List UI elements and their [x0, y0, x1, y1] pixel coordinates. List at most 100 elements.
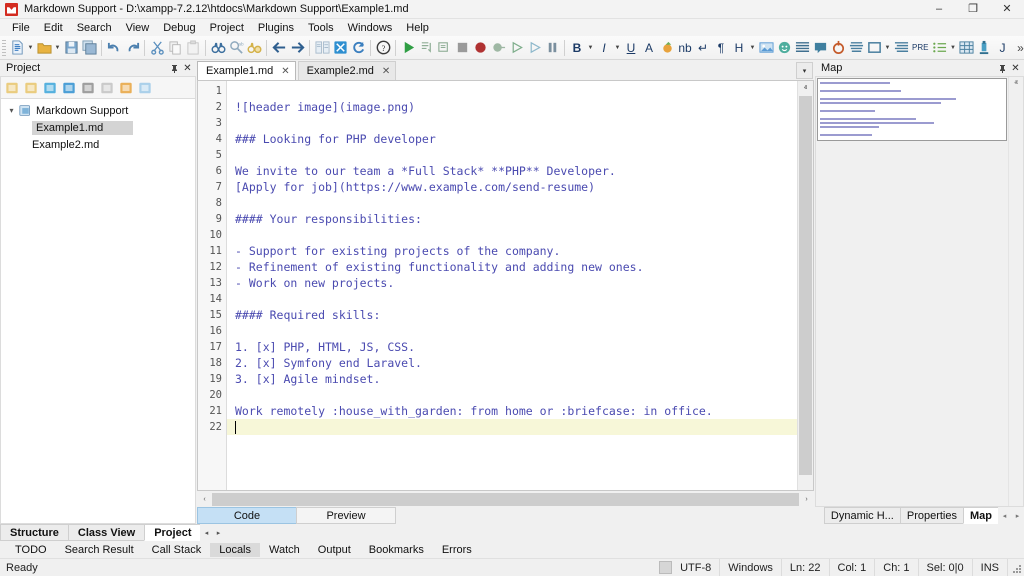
- chevron-down-icon[interactable]: ▼: [53, 38, 62, 57]
- properties-icon[interactable]: [116, 78, 135, 97]
- pin-icon[interactable]: [996, 62, 1009, 75]
- code-line[interactable]: [227, 227, 797, 243]
- menu-item-plugins[interactable]: Plugins: [251, 20, 301, 36]
- code-line[interactable]: [227, 115, 797, 131]
- copy-icon[interactable]: [166, 38, 184, 57]
- pause-icon[interactable]: [543, 38, 561, 57]
- redo-icon[interactable]: [123, 38, 141, 57]
- heading-icon[interactable]: H: [730, 38, 748, 57]
- comment-icon[interactable]: [811, 38, 829, 57]
- highlight-icon[interactable]: [658, 38, 676, 57]
- compare-icon[interactable]: [313, 38, 331, 57]
- chevron-down-icon[interactable]: ▼: [26, 38, 35, 57]
- dock-tab-project[interactable]: Project: [144, 524, 201, 541]
- step-into-icon[interactable]: [417, 38, 435, 57]
- vscroll-thumb[interactable]: [799, 96, 812, 475]
- resize-grip-icon[interactable]: [1008, 559, 1024, 576]
- chevron-down-icon[interactable]: ▼: [586, 38, 595, 57]
- cut-icon[interactable]: [148, 38, 166, 57]
- menu-item-edit[interactable]: Edit: [37, 20, 70, 36]
- forward-icon[interactable]: [288, 38, 306, 57]
- map-tabs-next-icon[interactable]: ▸: [1011, 507, 1024, 524]
- menu-item-help[interactable]: Help: [399, 20, 436, 36]
- run-to-cursor-icon[interactable]: [507, 38, 525, 57]
- maximize-button[interactable]: ❐: [956, 0, 990, 18]
- menu-item-tools[interactable]: Tools: [301, 20, 341, 36]
- scroll-left-icon[interactable]: ‹: [197, 492, 212, 507]
- emoji-icon[interactable]: [775, 38, 793, 57]
- open-project-icon[interactable]: [21, 78, 40, 97]
- map-tabs-prev-icon[interactable]: ◂: [998, 507, 1011, 524]
- tab-close-icon[interactable]: ✕: [382, 66, 390, 77]
- panel-tab-bookmarks[interactable]: Bookmarks: [360, 543, 433, 557]
- add-file-icon[interactable]: [40, 78, 59, 97]
- code-line[interactable]: ![header image](image.png): [227, 99, 797, 115]
- map-tab-dynamich[interactable]: Dynamic H...: [824, 507, 901, 524]
- replace-icon[interactable]: ab: [227, 38, 245, 57]
- paste-icon[interactable]: [184, 38, 202, 57]
- code-line[interactable]: [227, 323, 797, 339]
- open-folder-icon[interactable]: [35, 38, 53, 57]
- vscroll-track[interactable]: [798, 96, 813, 475]
- tree-root-node[interactable]: ▾ Markdown Support: [1, 102, 195, 119]
- code-line[interactable]: - Refinement of existing functionality a…: [227, 259, 797, 275]
- code-line[interactable]: 3. [x] Agile mindset.: [227, 371, 797, 387]
- frame-icon[interactable]: [865, 38, 883, 57]
- table-icon[interactable]: [957, 38, 975, 57]
- nbsp-icon[interactable]: nb: [676, 38, 694, 57]
- find-icon[interactable]: [209, 38, 227, 57]
- refresh-icon[interactable]: [349, 38, 367, 57]
- menu-item-file[interactable]: File: [5, 20, 37, 36]
- sync-icon[interactable]: [331, 38, 349, 57]
- close-icon[interactable]: ✕: [1009, 62, 1022, 75]
- status-line-ending[interactable]: Windows: [720, 559, 782, 576]
- panel-tab-output[interactable]: Output: [309, 543, 360, 557]
- code-line[interactable]: We invite to our team a *Full Stack* **P…: [227, 163, 797, 179]
- code-line[interactable]: [227, 291, 797, 307]
- map-minimap[interactable]: [817, 78, 1007, 141]
- menu-item-project[interactable]: Project: [203, 20, 251, 36]
- underline-icon[interactable]: U: [622, 38, 640, 57]
- find-next-icon[interactable]: [245, 38, 263, 57]
- minimize-button[interactable]: –: [922, 0, 956, 18]
- view-tab-preview[interactable]: Preview: [296, 507, 396, 524]
- bold-icon[interactable]: B: [568, 38, 586, 57]
- editor-tab-example1-md[interactable]: Example1.md ✕: [197, 61, 296, 80]
- chevron-down-icon[interactable]: ▼: [613, 38, 622, 57]
- download-icon[interactable]: [97, 78, 116, 97]
- chevron-down-icon[interactable]: ▼: [883, 38, 892, 57]
- chevron-down-icon[interactable]: ▼: [748, 38, 757, 57]
- code-line[interactable]: #### Required skills:: [227, 307, 797, 323]
- code-line[interactable]: - Work on new projects.: [227, 275, 797, 291]
- toolbar-drag-grip[interactable]: [2, 40, 6, 56]
- code-line[interactable]: [227, 83, 797, 99]
- save-icon[interactable]: [62, 38, 80, 57]
- panel-tab-searchresult[interactable]: Search Result: [56, 543, 143, 557]
- status-insert-mode[interactable]: INS: [973, 559, 1008, 576]
- close-button[interactable]: ✕: [990, 0, 1024, 18]
- map-vertical-scrollbar[interactable]: ⱏ: [1008, 77, 1023, 506]
- editor-tab-example2-md[interactable]: Example2.md ✕: [298, 61, 397, 80]
- panel-tab-callstack[interactable]: Call Stack: [143, 543, 211, 557]
- menu-item-debug[interactable]: Debug: [156, 20, 202, 36]
- blockquote-icon[interactable]: [847, 38, 865, 57]
- project-tree[interactable]: ▾ Markdown Support Example1.md Example2.md: [0, 98, 196, 524]
- run-icon[interactable]: [399, 38, 417, 57]
- back-icon[interactable]: [270, 38, 288, 57]
- font-icon[interactable]: A: [640, 38, 658, 57]
- code-line[interactable]: [Apply for job](https://www.example.com/…: [227, 179, 797, 195]
- pre-icon[interactable]: PRE: [910, 38, 930, 57]
- align-icon[interactable]: [793, 38, 811, 57]
- new-file-icon[interactable]: [8, 38, 26, 57]
- italic-icon[interactable]: I: [595, 38, 613, 57]
- tab-close-icon[interactable]: ✕: [281, 66, 289, 77]
- anchor-icon[interactable]: [829, 38, 847, 57]
- overflow-icon[interactable]: »: [1011, 38, 1024, 57]
- file-icon[interactable]: [135, 78, 154, 97]
- tree-item-example2-md[interactable]: Example2.md: [1, 136, 195, 153]
- indent-icon[interactable]: [892, 38, 910, 57]
- step-over-icon[interactable]: [435, 38, 453, 57]
- code-line[interactable]: [227, 195, 797, 211]
- menu-item-search[interactable]: Search: [70, 20, 119, 36]
- help-icon[interactable]: ?: [374, 38, 392, 57]
